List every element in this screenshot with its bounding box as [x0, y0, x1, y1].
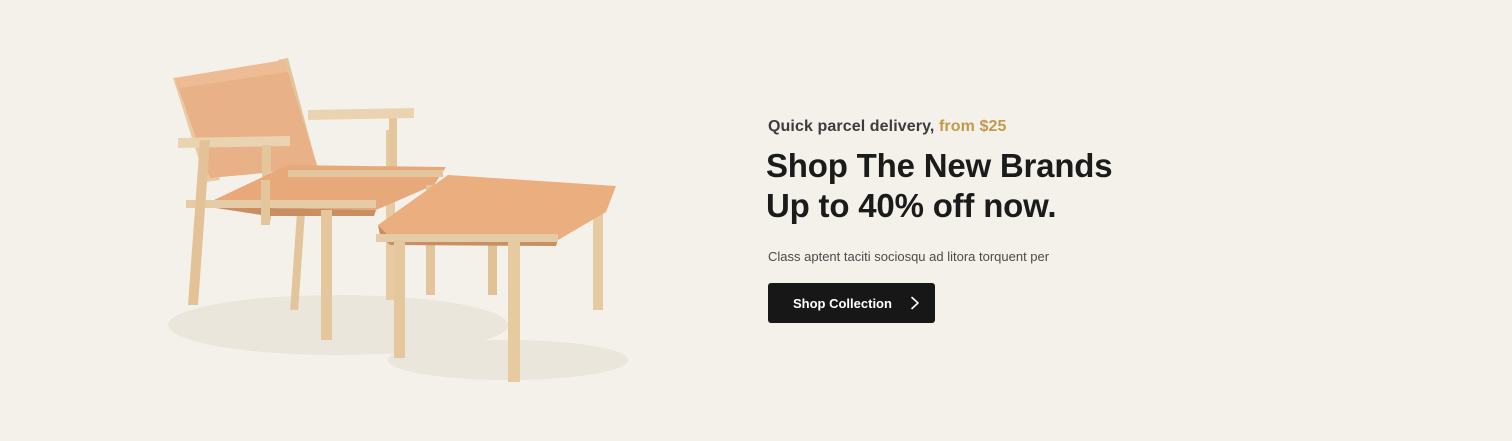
- shop-collection-label: Shop Collection: [793, 295, 892, 311]
- banner-description: Class aptent taciti sociosqu ad litora t…: [768, 249, 1050, 264]
- headline-line-2: Up to 40% off now.: [766, 187, 1057, 224]
- page-title: Shop The New Brands Up to 40% off now.: [766, 146, 1286, 226]
- headline-line-1: Shop The New Brands: [766, 147, 1113, 184]
- delivery-tagline: Quick parcel delivery, from $25: [768, 118, 1286, 136]
- product-image-chair-ottoman: [168, 58, 628, 382]
- chevron-right-icon: [911, 296, 919, 310]
- banner-content: Quick parcel delivery, from $25 Shop The…: [766, 118, 1286, 323]
- hero-banner: Quick parcel delivery, from $25 Shop The…: [0, 0, 1512, 441]
- shop-collection-button[interactable]: Shop Collection: [768, 283, 935, 323]
- delivery-text: Quick parcel delivery,: [768, 118, 939, 135]
- delivery-price: from $25: [938, 118, 1007, 135]
